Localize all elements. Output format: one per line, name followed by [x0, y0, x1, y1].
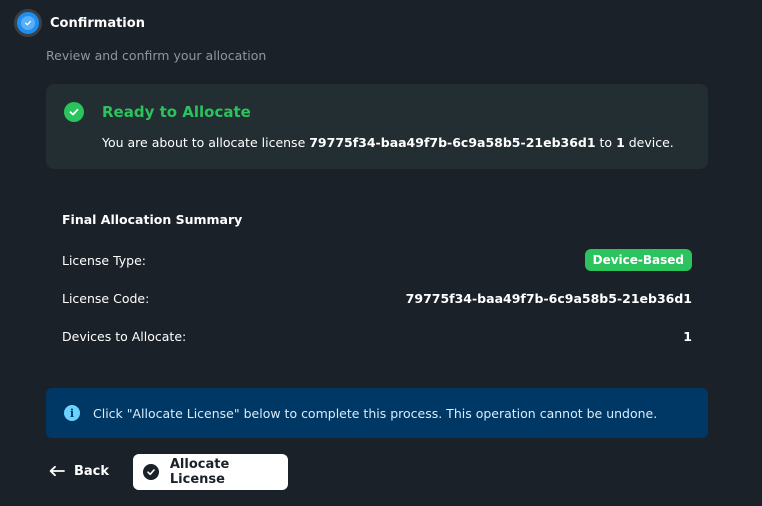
summary-row-devices: Devices to Allocate: 1	[62, 328, 692, 344]
devices-value: 1	[683, 328, 692, 344]
ready-to-allocate-card: Ready to Allocate You are about to alloc…	[46, 84, 708, 169]
step-header: Confirmation	[14, 9, 145, 37]
confirmation-step: Confirmation Review and confirm your all…	[0, 0, 762, 506]
info-alert: i Click "Allocate License" below to comp…	[46, 388, 708, 438]
summary-row-license-code: License Code: 79775f34-baa49f7b-6c9a58b5…	[62, 290, 692, 306]
success-check-icon	[64, 102, 84, 122]
license-code-label: License Code:	[62, 290, 150, 306]
step-title: Confirmation	[50, 15, 145, 31]
summary-row-license-type: License Type: Device-Based	[62, 248, 692, 272]
license-type-label: License Type:	[62, 252, 147, 268]
ready-message-suffix: device.	[624, 135, 674, 150]
license-code-value: 79775f34-baa49f7b-6c9a58b5-21eb36d1	[405, 290, 692, 306]
ready-message-middle: to	[595, 135, 617, 150]
ready-title: Ready to Allocate	[102, 103, 251, 121]
summary-title: Final Allocation Summary	[62, 212, 243, 227]
ready-message: You are about to allocate license 79775f…	[102, 135, 674, 150]
ready-device-count: 1	[616, 135, 625, 150]
check-circle-icon	[143, 464, 159, 480]
allocate-license-button[interactable]: Allocate License	[133, 454, 288, 490]
step-subtitle: Review and confirm your allocation	[46, 48, 267, 63]
check-circle-icon	[14, 9, 42, 37]
license-type-badge: Device-Based	[584, 249, 692, 271]
info-icon: i	[64, 405, 80, 421]
allocate-license-label: Allocate License	[169, 457, 230, 487]
arrow-left-icon	[49, 465, 65, 477]
devices-label: Devices to Allocate:	[62, 328, 187, 344]
back-label: Back	[74, 463, 110, 479]
back-button[interactable]: Back	[48, 458, 109, 484]
ready-message-prefix: You are about to allocate license	[102, 135, 310, 150]
info-text: Click "Allocate License" below to comple…	[93, 405, 658, 421]
ready-license-code: 79775f34-baa49f7b-6c9a58b5-21eb36d1	[309, 135, 596, 150]
